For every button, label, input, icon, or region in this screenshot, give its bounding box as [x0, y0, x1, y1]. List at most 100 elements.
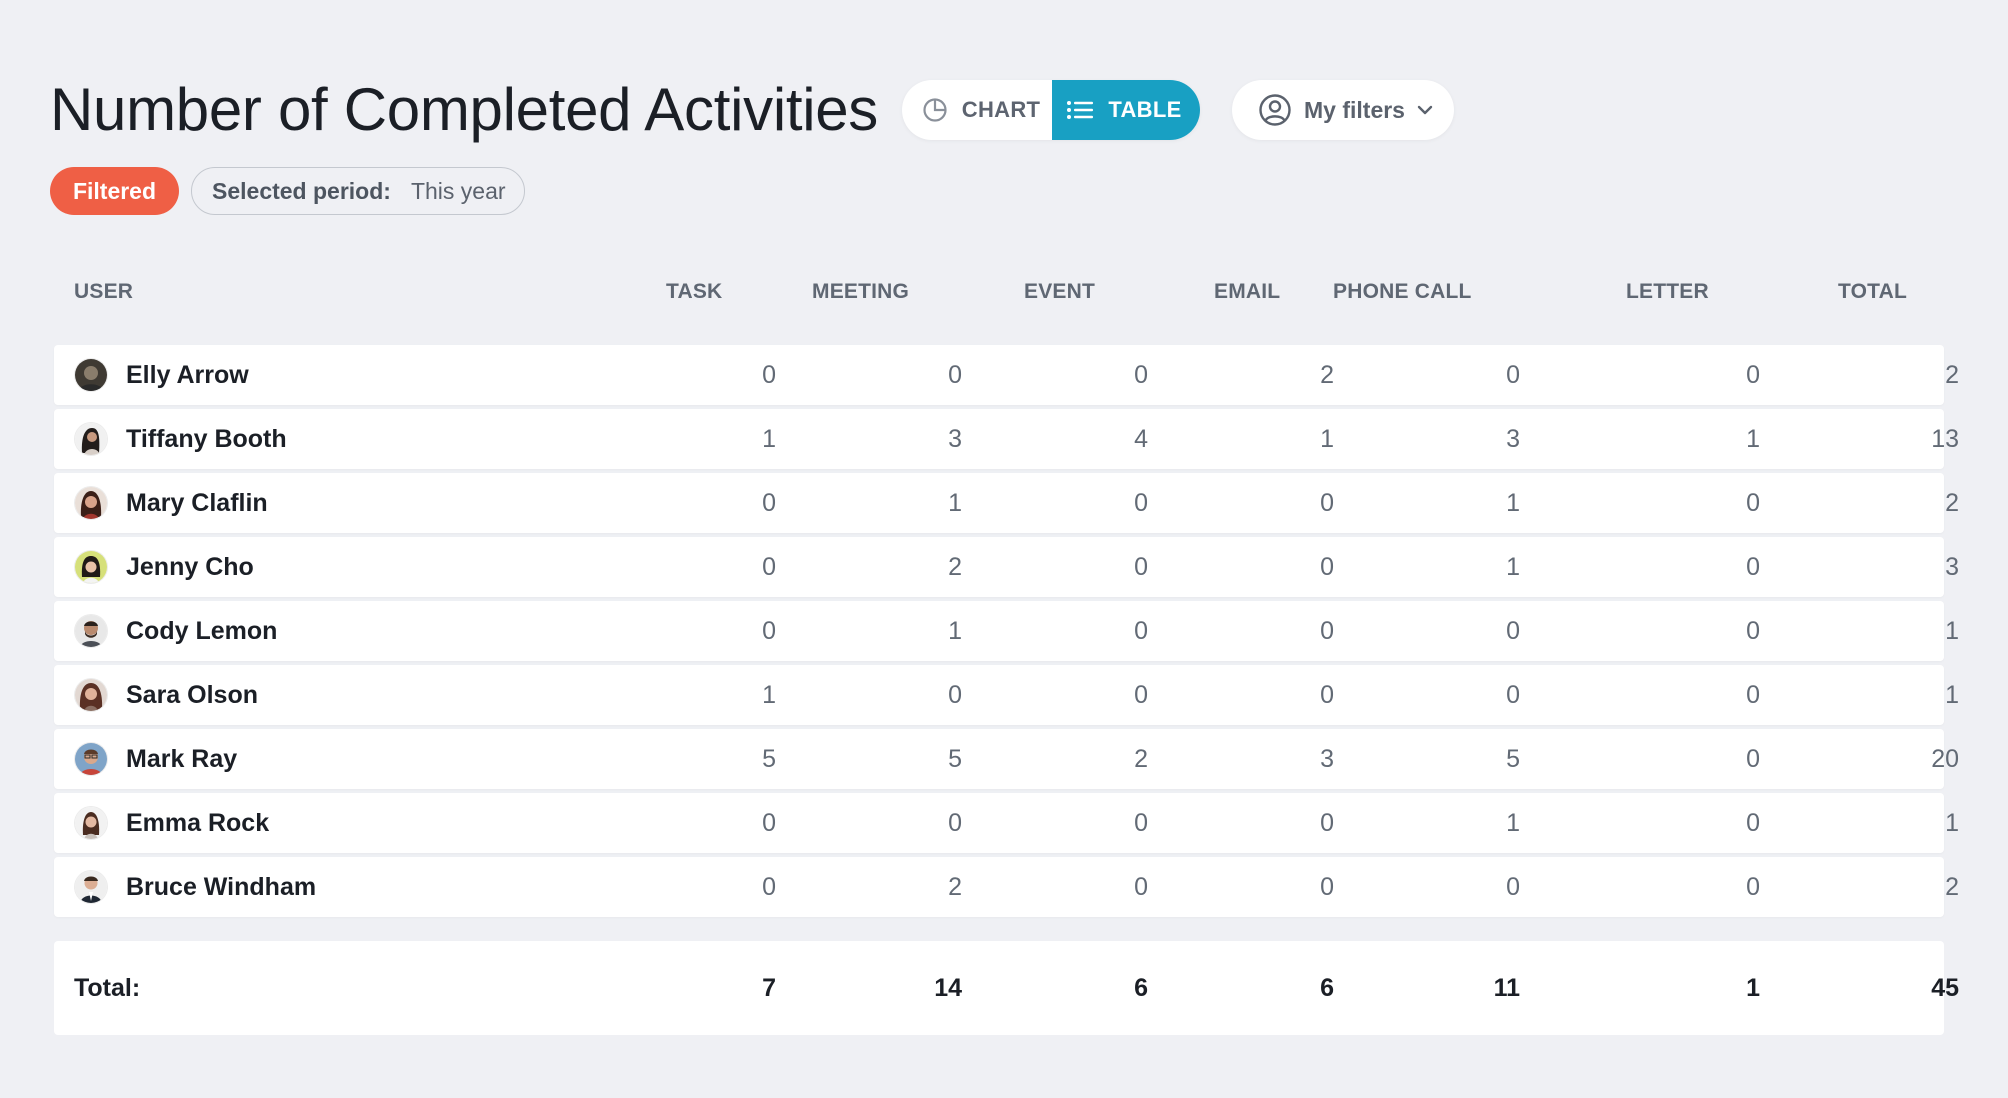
table-row[interactable]: Mary Claflin 0 1 0 0 1 0 2	[54, 473, 1959, 533]
cell-task: 5	[762, 745, 776, 773]
user-name[interactable]: Mary Claflin	[126, 473, 268, 533]
cell-email: 0	[1320, 873, 1334, 901]
page-title: Number of Completed Activities	[50, 76, 879, 143]
cell-event: 0	[1134, 809, 1148, 837]
cell-total: 20	[1931, 745, 1959, 773]
cell-total: 1	[1945, 809, 1959, 837]
avatar	[75, 807, 107, 839]
column-header-event[interactable]: EVENT	[1024, 280, 1095, 304]
cell-event: 4	[1134, 425, 1148, 453]
cell-email: 3	[1320, 745, 1334, 773]
total-task: 7	[762, 974, 776, 1002]
user-name[interactable]: Bruce Windham	[126, 857, 316, 917]
cell-letter: 0	[1746, 809, 1760, 837]
user-name[interactable]: Cody Lemon	[126, 601, 277, 661]
cell-phone-call: 1	[1506, 809, 1520, 837]
table-header: USER TASK MEETING EVENT EMAIL PHONE CALL…	[0, 274, 2008, 310]
cell-total: 2	[1945, 489, 1959, 517]
column-header-letter[interactable]: LETTER	[1626, 280, 1709, 304]
cell-phone-call: 0	[1506, 361, 1520, 389]
cell-event: 0	[1134, 873, 1148, 901]
user-name[interactable]: Emma Rock	[126, 793, 269, 853]
cell-task: 0	[762, 809, 776, 837]
table-row[interactable]: Tiffany Booth 1 3 4 1 3 1 13	[54, 409, 1959, 469]
cell-phone-call: 0	[1506, 873, 1520, 901]
cell-event: 2	[1134, 745, 1148, 773]
cell-email: 0	[1320, 489, 1334, 517]
selected-period-chip[interactable]: Selected period: This year	[191, 167, 525, 215]
total-email: 6	[1320, 974, 1334, 1002]
table-view-button[interactable]: TABLE	[1052, 80, 1200, 140]
table-row[interactable]: Jenny Cho 0 2 0 0 1 0 3	[54, 537, 1959, 597]
avatar	[75, 423, 107, 455]
cell-meeting: 5	[948, 745, 962, 773]
avatar	[75, 743, 107, 775]
cell-letter: 1	[1746, 425, 1760, 453]
cell-phone-call: 3	[1506, 425, 1520, 453]
avatar	[75, 679, 107, 711]
total-total: 45	[1931, 974, 1959, 1002]
my-filters-dropdown[interactable]: My filters	[1232, 80, 1454, 140]
cell-total: 13	[1931, 425, 1959, 453]
period-label: Selected period:	[212, 177, 391, 204]
chart-view-button[interactable]: CHART	[902, 80, 1052, 140]
table-row[interactable]: Bruce Windham 0 2 0 0 0 0 2	[54, 857, 1959, 917]
user-name[interactable]: Elly Arrow	[126, 345, 249, 405]
cell-phone-call: 0	[1506, 681, 1520, 709]
cell-letter: 0	[1746, 489, 1760, 517]
cell-letter: 0	[1746, 745, 1760, 773]
cell-event: 0	[1134, 681, 1148, 709]
avatar	[75, 551, 107, 583]
cell-task: 0	[762, 489, 776, 517]
column-header-user[interactable]: USER	[74, 280, 133, 304]
cell-task: 1	[762, 425, 776, 453]
column-header-meeting[interactable]: MEETING	[812, 280, 909, 304]
cell-total: 2	[1945, 361, 1959, 389]
user-name[interactable]: Jenny Cho	[126, 537, 254, 597]
my-filters-label: My filters	[1304, 96, 1405, 123]
user-name[interactable]: Mark Ray	[126, 729, 237, 789]
period-value: This year	[410, 177, 506, 204]
cell-total: 1	[1945, 617, 1959, 645]
cell-email: 1	[1320, 425, 1334, 453]
cell-meeting: 0	[948, 361, 962, 389]
cell-email: 0	[1320, 681, 1334, 709]
column-header-total[interactable]: TOTAL	[1838, 280, 1907, 304]
cell-event: 0	[1134, 553, 1148, 581]
total-phone-call: 11	[1493, 974, 1520, 1002]
cell-event: 0	[1134, 361, 1148, 389]
table-row[interactable]: Mark Ray 5 5 2 3 5 0 20	[54, 729, 1959, 789]
cell-task: 0	[762, 361, 776, 389]
cell-email: 0	[1320, 809, 1334, 837]
column-header-email[interactable]: EMAIL	[1214, 280, 1280, 304]
user-name[interactable]: Tiffany Booth	[126, 409, 287, 469]
filtered-badge[interactable]: Filtered	[50, 167, 179, 215]
cell-letter: 0	[1746, 873, 1760, 901]
total-letter: 1	[1746, 974, 1760, 1002]
table-row[interactable]: Emma Rock 0 0 0 0 1 0 1	[54, 793, 1959, 853]
table-row[interactable]: Cody Lemon 0 1 0 0 0 0 1	[54, 601, 1959, 661]
cell-event: 0	[1134, 617, 1148, 645]
total-meeting: 14	[934, 974, 962, 1002]
cell-phone-call: 1	[1506, 489, 1520, 517]
cell-task: 1	[762, 681, 776, 709]
cell-meeting: 1	[948, 489, 962, 517]
column-header-phone-call[interactable]: PHONE CALL	[1333, 280, 1472, 304]
table-row[interactable]: Elly Arrow 0 0 0 2 0 0 2	[54, 345, 1959, 405]
user-circle-icon	[1259, 94, 1291, 126]
cell-total: 3	[1945, 553, 1959, 581]
avatar	[75, 359, 107, 391]
cell-meeting: 3	[948, 425, 962, 453]
table-row[interactable]: Sara Olson 1 0 0 0 0 0 1	[54, 665, 1959, 725]
cell-meeting: 0	[948, 681, 962, 709]
cell-meeting: 2	[948, 873, 962, 901]
cell-event: 0	[1134, 489, 1148, 517]
activity-table: Elly Arrow 0 0 0 2 0 0 2 Tiffany Booth 1…	[54, 345, 1959, 921]
cell-phone-call: 1	[1506, 553, 1520, 581]
cell-task: 0	[762, 553, 776, 581]
cell-email: 0	[1320, 553, 1334, 581]
totals-label: Total:	[74, 974, 141, 1002]
column-header-task[interactable]: TASK	[666, 280, 722, 304]
user-name[interactable]: Sara Olson	[126, 665, 258, 725]
cell-meeting: 0	[948, 809, 962, 837]
